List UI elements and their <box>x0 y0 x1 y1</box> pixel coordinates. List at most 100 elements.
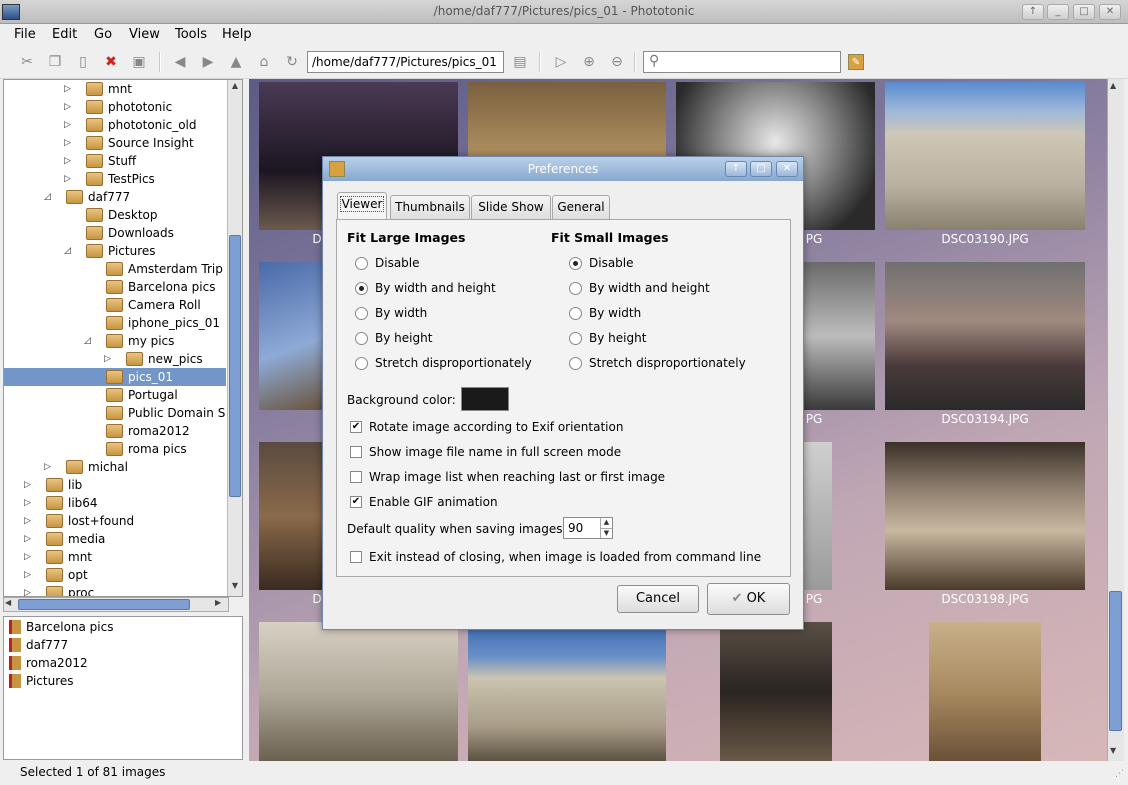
scroll-down-icon[interactable]: ▼ <box>1110 746 1116 755</box>
checkbox[interactable] <box>350 446 362 458</box>
tree-item[interactable]: ▷ opt <box>4 566 226 584</box>
radio-button[interactable] <box>355 282 368 295</box>
radio-button[interactable] <box>569 357 582 370</box>
expand-arrow-icon[interactable]: ▷ <box>64 134 74 152</box>
collapse-arrow-icon[interactable]: ◿ <box>64 242 74 260</box>
thumbnail-scroll-thumb[interactable] <box>1109 591 1122 731</box>
tree-item[interactable]: ▷ lib <box>4 476 226 494</box>
tree-vertical-scrollbar[interactable]: ▲ ▼ <box>227 80 242 596</box>
expand-arrow-icon[interactable]: ▷ <box>44 458 54 476</box>
tree-item[interactable]: ▷ mnt <box>4 80 226 98</box>
maximize-button[interactable]: □ <box>1073 4 1095 20</box>
checkbox[interactable]: ✔ <box>350 421 362 433</box>
external-app-icon[interactable]: ✎ <box>848 54 864 70</box>
spin-up-icon[interactable]: ▲ <box>600 518 612 528</box>
radio-button[interactable] <box>355 257 368 270</box>
ok-button[interactable]: ✔ OK <box>707 583 790 615</box>
folder-tree[interactable]: ▷ mnt ▷ phototonic ▷ phototonic_old ▷ Source In… <box>3 79 243 597</box>
tree-item[interactable]: ▷ TestPics <box>4 170 226 188</box>
tree-item[interactable]: Amsterdam Trip <box>4 260 226 278</box>
radio-button[interactable] <box>569 282 582 295</box>
cut-icon[interactable]: ✂ <box>19 54 35 70</box>
scroll-up-icon[interactable]: ▲ <box>229 81 241 93</box>
thumbnail-image[interactable] <box>885 442 1085 590</box>
tree-item[interactable]: ▷ lost+found <box>4 512 226 530</box>
radio-button[interactable] <box>569 307 582 320</box>
tree-item[interactable]: Desktop <box>4 206 226 224</box>
tree-horizontal-scrollbar[interactable]: ◀ ▶ <box>3 597 229 612</box>
dialog-maximize-button[interactable]: □ <box>750 161 772 177</box>
tree-item[interactable]: ▷ media <box>4 530 226 548</box>
path-input[interactable]: /home/daf777/Pictures/pics_01 <box>307 51 504 73</box>
tree-item[interactable]: ▷ phototonic <box>4 98 226 116</box>
menu-view[interactable]: View <box>129 27 160 42</box>
expand-arrow-icon[interactable]: ▷ <box>64 80 74 98</box>
tree-item[interactable]: Public Domain S <box>4 404 226 422</box>
thumbnail-image[interactable] <box>885 82 1085 230</box>
keep-above-button[interactable]: ↑ <box>1022 4 1044 20</box>
tree-item[interactable]: iphone_pics_01 <box>4 314 226 332</box>
expand-arrow-icon[interactable]: ▷ <box>104 350 114 368</box>
copy-icon[interactable]: ❐ <box>47 54 63 70</box>
dialog-keep-above-button[interactable]: ↑ <box>725 161 747 177</box>
thumbnail-image[interactable] <box>804 442 832 590</box>
tree-item[interactable]: roma pics <box>4 440 226 458</box>
thumbnail-scrollbar[interactable]: ▲ ▼ <box>1107 79 1124 761</box>
tree-item[interactable]: Portugal <box>4 386 226 404</box>
zoom-in-icon[interactable]: ⊕ <box>581 54 597 70</box>
tree-item[interactable]: ▷ new_pics <box>4 350 226 368</box>
tree-item[interactable]: Downloads <box>4 224 226 242</box>
scroll-left-icon[interactable]: ◀ <box>5 598 17 607</box>
radio-button[interactable] <box>355 357 368 370</box>
cancel-button[interactable]: Cancel <box>617 585 699 613</box>
tree-hscroll-thumb[interactable] <box>18 599 190 610</box>
menu-go[interactable]: Go <box>94 27 112 42</box>
menu-edit[interactable]: Edit <box>52 27 77 42</box>
bookmark-item[interactable]: Pictures <box>9 672 74 690</box>
dialog-close-button[interactable]: ✕ <box>776 161 798 177</box>
tree-item[interactable]: ▷ michal <box>4 458 226 476</box>
filter-input[interactable]: ⚲ <box>643 51 841 73</box>
go-path-icon[interactable]: ▤ <box>512 54 528 70</box>
thumbnail-image[interactable] <box>259 442 323 590</box>
bookmark-item[interactable]: daf777 <box>9 636 68 654</box>
tree-item[interactable]: ▷ Stuff <box>4 152 226 170</box>
scroll-right-icon[interactable]: ▶ <box>215 598 227 607</box>
expand-arrow-icon[interactable]: ▷ <box>24 566 34 584</box>
expand-arrow-icon[interactable]: ▷ <box>64 98 74 116</box>
tab-general[interactable]: General <box>552 195 610 219</box>
home-icon[interactable]: ⌂ <box>256 54 272 70</box>
tree-item[interactable]: Barcelona pics <box>4 278 226 296</box>
close-button[interactable]: ✕ <box>1099 4 1121 20</box>
expand-arrow-icon[interactable]: ▷ <box>24 476 34 494</box>
expand-arrow-icon[interactable]: ▷ <box>24 548 34 566</box>
thumbnail-image[interactable] <box>468 622 666 761</box>
tree-item[interactable]: roma2012 <box>4 422 226 440</box>
expand-arrow-icon[interactable]: ▷ <box>64 116 74 134</box>
tree-scroll-thumb[interactable] <box>229 235 241 497</box>
radio-button[interactable] <box>355 307 368 320</box>
radio-button[interactable] <box>569 332 582 345</box>
zoom-out-icon[interactable]: ⊖ <box>609 54 625 70</box>
refresh-icon[interactable]: ↻ <box>284 54 300 70</box>
radio-button[interactable] <box>355 332 368 345</box>
thumbnail-image[interactable] <box>259 622 458 761</box>
tree-item[interactable]: ▷ Source Insight <box>4 134 226 152</box>
checkbox[interactable] <box>350 471 362 483</box>
thumbnail-image[interactable] <box>885 262 1085 410</box>
tree-item[interactable]: ◿ daf777 <box>4 188 226 206</box>
radio-button[interactable] <box>569 257 582 270</box>
expand-arrow-icon[interactable]: ▷ <box>64 170 74 188</box>
slideshow-icon[interactable]: ▷ <box>553 54 569 70</box>
expand-arrow-icon[interactable]: ▷ <box>24 530 34 548</box>
background-color-swatch[interactable] <box>461 387 509 411</box>
scroll-up-icon[interactable]: ▲ <box>1110 81 1116 90</box>
expand-arrow-icon[interactable]: ▷ <box>64 152 74 170</box>
tree-item[interactable]: ▷ phototonic_old <box>4 116 226 134</box>
menu-tools[interactable]: Tools <box>175 27 207 42</box>
exit-instead-checkbox[interactable] <box>350 551 362 563</box>
tree-item[interactable]: pics_01 <box>4 368 226 386</box>
tree-item[interactable]: Camera Roll <box>4 296 226 314</box>
tree-item[interactable]: ◿ Pictures <box>4 242 226 260</box>
quality-spinbox[interactable]: 90 ▲ ▼ <box>563 517 613 539</box>
